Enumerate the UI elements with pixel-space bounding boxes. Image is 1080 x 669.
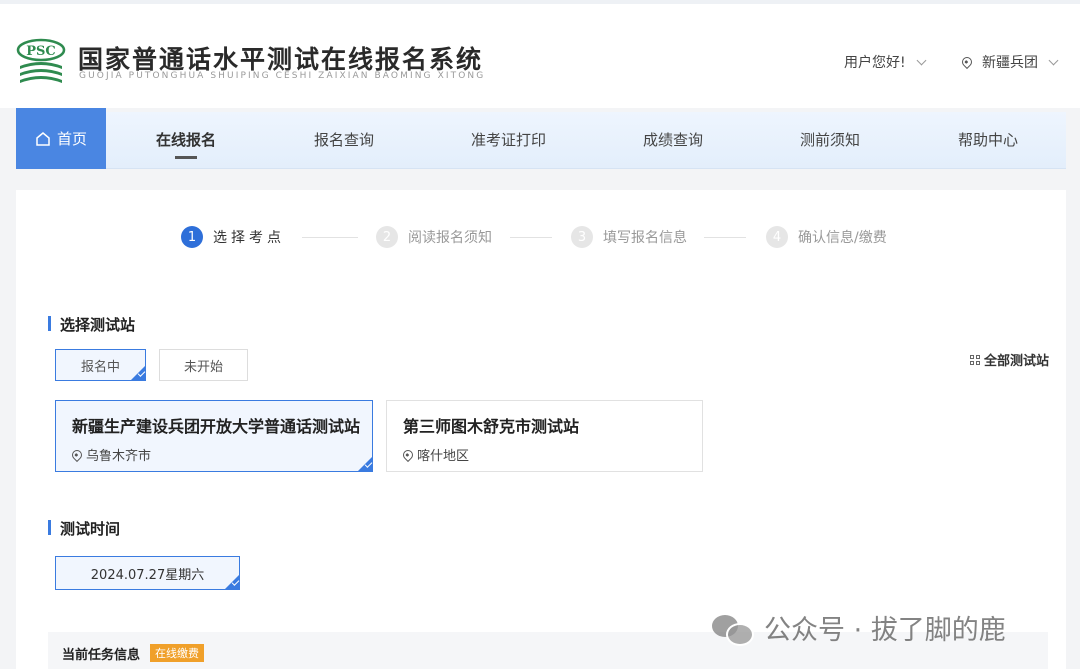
station-location: 喀什地区 [400,445,470,464]
step-label: 填写报名信息 [603,230,687,246]
tab-not-started[interactable]: 未开始 [159,349,248,381]
tab-registering[interactable]: 报名中 [55,349,146,381]
step-3: 3 填写报名信息 [571,226,687,248]
step-connector [704,237,746,238]
nav-help-center[interactable]: 帮助中心 [958,112,1018,168]
test-date-option[interactable]: 2024.07.27星期六 [55,556,240,590]
step-number: 1 [181,226,203,248]
step-number: 2 [376,226,398,248]
all-stations-link[interactable]: 全部测试站 [970,350,1049,369]
step-connector [302,237,358,238]
chevron-down-icon [1048,55,1059,65]
location-pin-icon [69,447,85,462]
station-location: 乌鲁木齐市 [69,445,152,464]
nav-registration-query[interactable]: 报名查询 [314,112,374,168]
psc-logo: PSC [16,38,66,83]
logo-text: PSC [26,44,56,59]
check-corner-icon [224,574,240,590]
status-badge: 在线缴费 [150,644,204,662]
location-pin-icon [959,54,975,70]
step-label: 确认信息/缴费 [798,230,887,246]
registration-panel: 1 选择考点 2 阅读报名须知 3 填写报名信息 4 确认信息/缴费 选择测试站… [16,190,1066,669]
all-stations-label: 全部测试站 [984,354,1050,369]
nav-label: 在线报名 [156,131,217,149]
step-number: 3 [571,226,593,248]
header: PSC 国家普通话水平测试在线报名系统 GUOJIA PUTONGHUA SHU… [0,0,1080,108]
nav-home-label: 首页 [56,130,87,148]
tab-label: 未开始 [183,359,223,375]
step-number: 4 [766,226,788,248]
station-name: 第三师图木舒克市测试站 [403,417,580,436]
home-icon [36,131,50,146]
grid-icon [970,354,980,365]
task-title: 当前任务信息 [62,648,141,663]
check-corner-icon [357,456,373,472]
check-corner-icon [130,365,146,381]
tab-label: 报名中 [80,359,120,375]
station-card[interactable]: 新疆生产建设兵团开放大学普通话测试站 乌鲁木齐市 [55,400,373,472]
nav-online-registration[interactable]: 在线报名 [156,112,216,168]
main-nav: 首页 在线报名 报名查询 准考证打印 成绩查询 测前须知 帮助中心 [16,108,1066,169]
user-greeting: 用户您好! [844,55,906,71]
nav-admission-ticket-print[interactable]: 准考证打印 [471,112,546,168]
date-label: 2024.07.27星期六 [90,567,205,583]
nav-home[interactable]: 首页 [16,108,106,169]
step-2: 2 阅读报名须知 [376,226,492,248]
location-text: 乌鲁木齐市 [86,449,152,464]
site-subtitle: GUOJIA PUTONGHUA SHUIPING CESHI ZAIXIAN … [79,71,486,81]
chevron-down-icon [916,55,927,65]
station-card[interactable]: 第三师图木舒克市测试站 喀什地区 [386,400,703,472]
wechat-icon [712,613,756,646]
step-4: 4 确认信息/缴费 [766,226,887,248]
user-menu[interactable]: 用户您好! [844,52,927,72]
step-1: 1 选择考点 [181,226,285,248]
top-divider [0,0,1080,4]
step-label: 阅读报名须知 [408,230,492,246]
nav-pretest-notice[interactable]: 测前须知 [800,112,860,168]
station-name: 新疆生产建设兵团开放大学普通话测试站 [72,417,361,436]
location-text: 喀什地区 [417,449,470,464]
watermark-text: 公众号 · 拔了脚的鹿 [764,615,1006,646]
time-section-title: 测试时间 [48,518,120,539]
nav-score-query[interactable]: 成绩查询 [643,112,703,168]
location-pin-icon [400,447,416,462]
active-underline [175,156,197,159]
region-selector[interactable]: 新疆兵团 [959,52,1059,72]
station-section-title: 选择测试站 [48,314,135,335]
watermark: 公众号 · 拔了脚的鹿 [712,608,1006,647]
region-label: 新疆兵团 [982,55,1038,71]
step-label: 选择考点 [213,230,285,246]
step-connector [510,237,552,238]
step-progress: 1 选择考点 2 阅读报名须知 3 填写报名信息 4 确认信息/缴费 [16,226,1066,250]
